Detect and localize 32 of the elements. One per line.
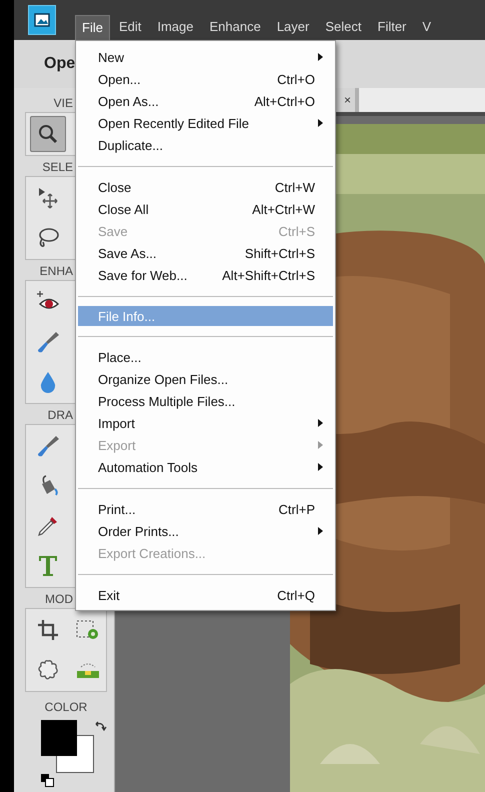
menu-item[interactable]: Organize Open Files... [78,368,333,390]
menu-item[interactable]: New [78,46,333,68]
menu-bar-item[interactable]: V [415,14,438,40]
menu-bar-item[interactable]: Image [150,14,200,40]
menu-item[interactable]: Exit Ctrl+Q [78,584,333,606]
menu-bar-item[interactable]: Select [318,14,368,40]
close-button[interactable]: × [344,93,351,107]
menu-item[interactable]: Process Multiple Files... [78,390,333,412]
menu-bar-item[interactable]: Layer [270,14,316,40]
menu-item[interactable]: Print... Ctrl+P [78,498,333,520]
menu-item[interactable]: Open... Ctrl+O [78,68,333,90]
menu-item[interactable]: Save As... Shift+Ctrl+S [78,242,333,264]
menu-item[interactable]: Close Ctrl+W [78,176,333,198]
menu-item[interactable]: Duplicate... [78,134,333,156]
menu-bar-item[interactable]: Filter [370,14,414,40]
section-label: SELE [42,160,73,174]
menu-item[interactable]: Order Prints... [78,520,333,542]
section-label: VIE [54,96,73,110]
menu-item[interactable]: Import [78,412,333,434]
menu-item[interactable]: Open Recently Edited File [78,112,333,134]
section-label: ENHA [40,264,73,278]
section-label: COLOR [44,700,88,714]
menu-item[interactable]: Save for Web... Alt+Shift+Ctrl+S [78,264,333,286]
menu-bar-item[interactable]: Edit [112,14,148,40]
menu-item[interactable]: Place... [78,346,333,368]
menu-item[interactable]: Automation Tools [78,456,333,478]
menu-bar-item[interactable]: Enhance [202,14,268,40]
menu-item[interactable]: Close All Alt+Ctrl+W [78,198,333,220]
mode-title: Ope [44,55,76,73]
section-label: DRA [48,408,73,422]
menu-bar-item[interactable]: File [75,15,110,40]
section-label: MOD [45,592,73,606]
